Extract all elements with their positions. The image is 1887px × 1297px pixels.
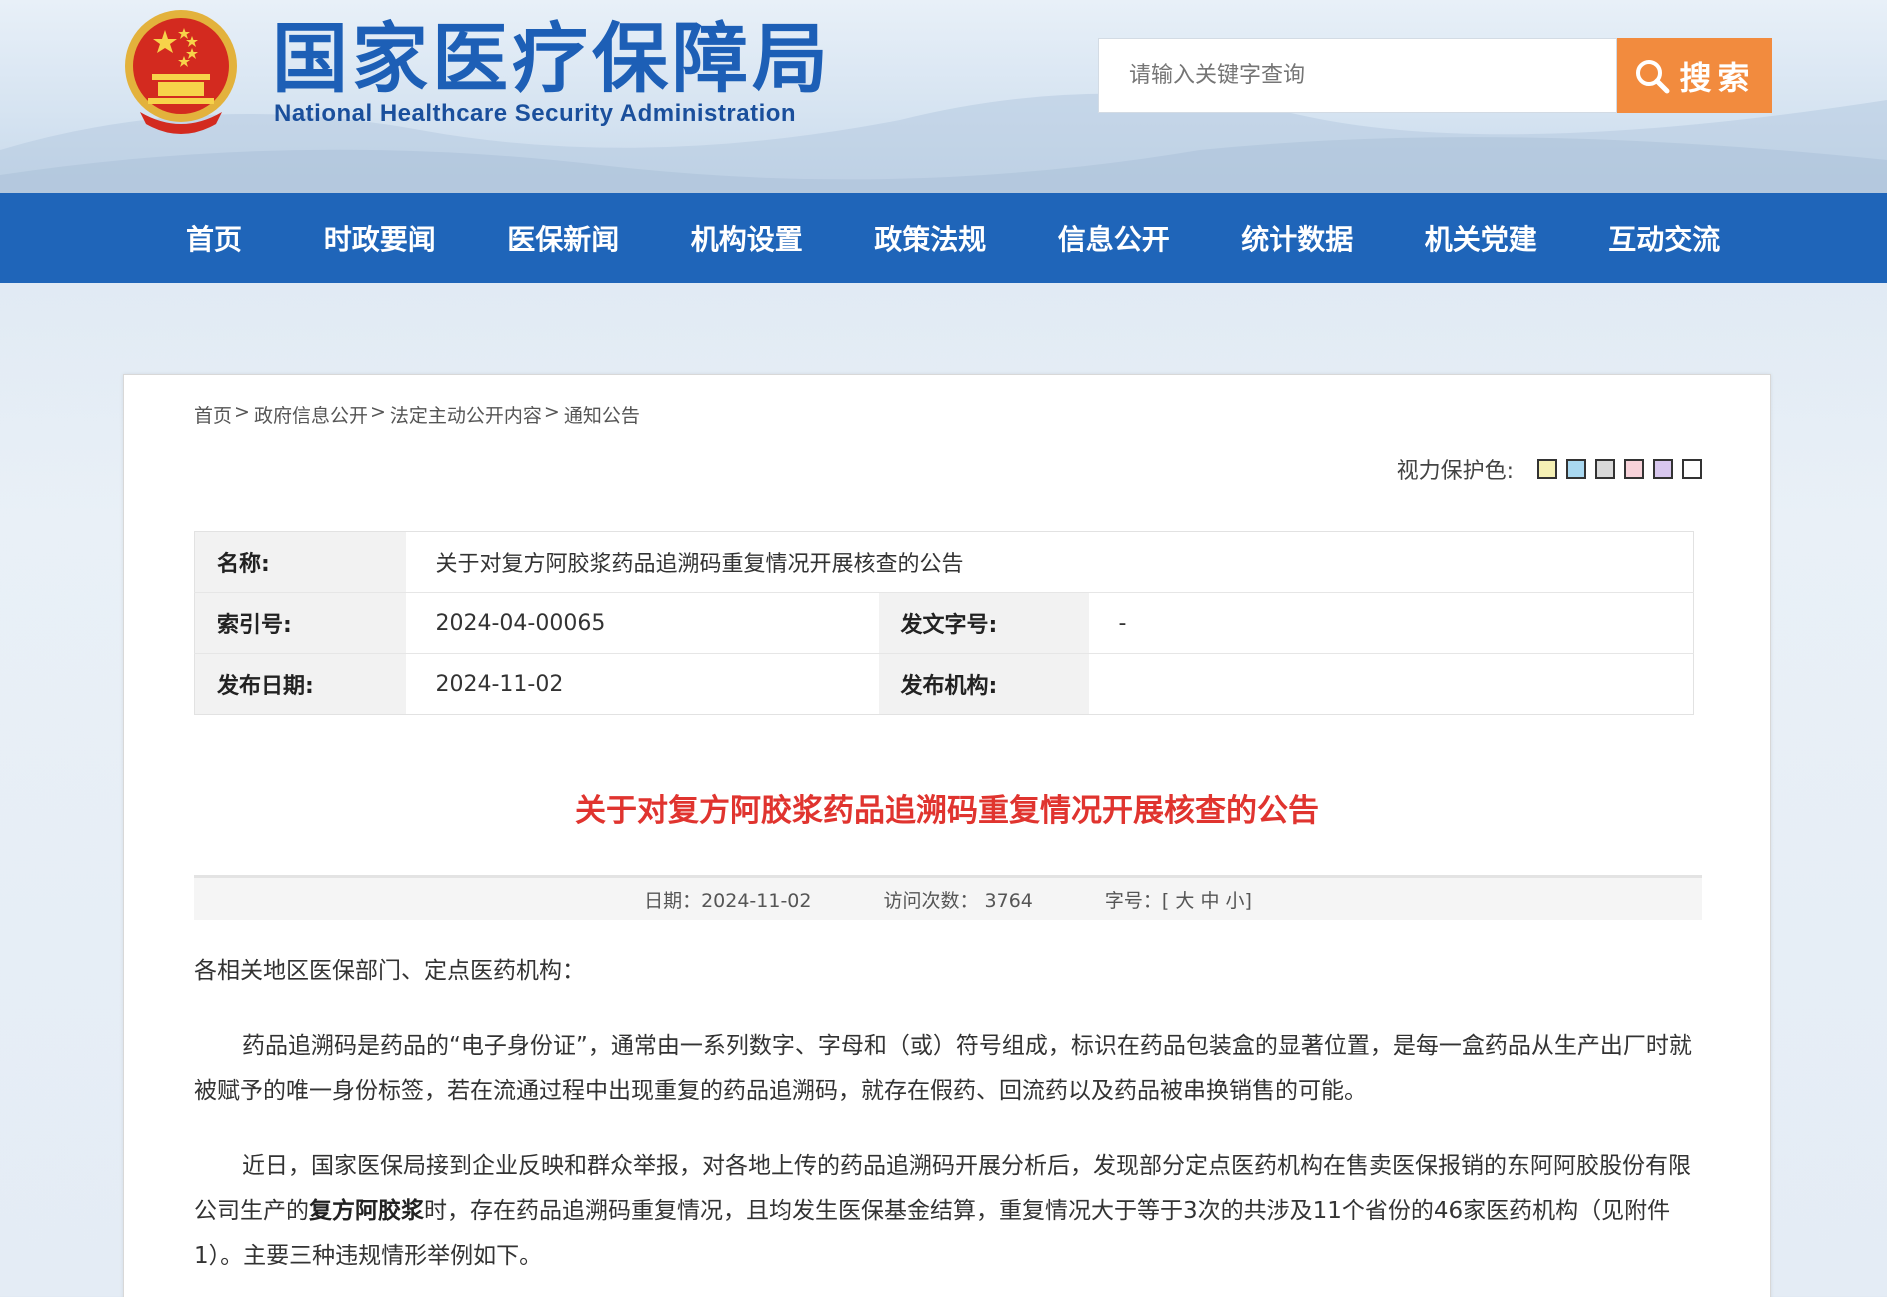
article-paragraph-1: 药品追溯码是药品的“电子身份证”，通常由一系列数字、字母和（或）符号组成，标识在… — [194, 1033, 1692, 1104]
site-subtitle: National Healthcare Security Administrat… — [274, 100, 797, 127]
color-swatch-white[interactable] — [1682, 459, 1702, 479]
color-swatch-pink[interactable] — [1624, 459, 1644, 479]
vision-label: 视力保护色: — [1396, 459, 1514, 484]
article-info-bar: 日期：2024-11-02 访问次数： 3764 字号：[ 大 中 小] — [194, 875, 1702, 920]
meta-value-org — [1089, 654, 1694, 715]
breadcrumb-notices[interactable]: 通知公告 — [564, 401, 640, 428]
nav-item-policies[interactable]: 政策法规 — [839, 193, 1023, 283]
article-visits: 访问次数： 3764 — [883, 889, 1033, 912]
nav-item-statistics[interactable]: 统计数据 — [1206, 193, 1390, 283]
content-card: 首页 > 政府信息公开 > 法定主动公开内容 > 通知公告 视力保护色: 名称: 关于… — [123, 374, 1771, 1297]
color-swatch-yellow[interactable] — [1537, 459, 1557, 479]
search-icon — [1636, 59, 1670, 93]
font-size-control: 字号：[ 大 中 小] — [1105, 886, 1252, 913]
drug-name-highlight: 复方阿胶浆 — [309, 1198, 424, 1224]
search-button-label: 搜索 — [1679, 58, 1756, 97]
meta-key-doc-no: 发文字号: — [878, 592, 1089, 654]
breadcrumb-home[interactable]: 首页 — [194, 401, 232, 428]
document-meta-table: 名称: 关于对复方阿胶浆药品追溯码重复情况开展核查的公告 索引号: 2024-0… — [194, 531, 1694, 715]
meta-key-index: 索引号: — [194, 592, 406, 654]
article-paragraph-2: 近日，国家医保局接到企业反映和群众举报，对各地上传的药品追溯码开展分析后，发现部… — [194, 1144, 1702, 1279]
meta-value-date: 2024-11-02 — [435, 671, 564, 697]
font-size-large-button[interactable]: 大 — [1175, 890, 1194, 912]
national-emblem-icon — [125, 10, 237, 134]
color-swatch-blue[interactable] — [1566, 459, 1586, 479]
meta-key-name: 名称: — [194, 531, 406, 593]
meta-row-name: 名称: 关于对复方阿胶浆药品追溯码重复情况开展核查的公告 — [194, 531, 1694, 593]
meta-value-name: 关于对复方阿胶浆药品追溯码重复情况开展核查的公告 — [405, 531, 1694, 593]
font-size-medium-button[interactable]: 中 — [1200, 890, 1219, 912]
breadcrumb-gov-info[interactable]: 政府信息公开 — [254, 401, 368, 428]
vision-protection-colors: 视力保护色: — [1397, 453, 1702, 485]
color-swatch-gray[interactable] — [1595, 459, 1615, 479]
site-header: 国家医疗保障局 National Healthcare Security Adm… — [0, 0, 1887, 193]
meta-row-date: 发布日期: 2024-11-02 发布机构: — [194, 653, 1694, 715]
nav-item-party-building[interactable]: 机关党建 — [1389, 193, 1573, 283]
breadcrumb-separator: > — [543, 401, 560, 423]
nav-item-interaction[interactable]: 互动交流 — [1573, 193, 1757, 283]
breadcrumb: 首页 > 政府信息公开 > 法定主动公开内容 > 通知公告 — [194, 401, 640, 428]
main-nav: 首页 时政要闻 医保新闻 机构设置 政策法规 信息公开 统计数据 机关党建 互动… — [0, 193, 1887, 283]
nav-item-politics-news[interactable]: 时政要闻 — [288, 193, 472, 283]
nav-item-info-disclosure[interactable]: 信息公开 — [1022, 193, 1206, 283]
breadcrumb-separator: > — [234, 401, 250, 423]
article-body: 各相关地区医保部门、定点医药机构： 药品追溯码是药品的“电子身份证”，通常由一系… — [194, 949, 1702, 1297]
color-swatch-purple[interactable] — [1653, 459, 1673, 479]
breadcrumb-separator: > — [369, 401, 386, 423]
nav-item-healthcare-news[interactable]: 医保新闻 — [472, 193, 656, 283]
search-button[interactable]: 搜索 — [1617, 38, 1772, 113]
font-size-label: 字号： — [1104, 889, 1162, 912]
site-title: 国家医疗保障局 — [272, 14, 832, 103]
nav-item-home[interactable]: 首页 — [140, 193, 288, 283]
meta-value-doc-no: - — [1088, 592, 1694, 654]
meta-value-index: 2024-04-00065 — [405, 592, 879, 654]
meta-row-index: 索引号: 2024-04-00065 发文字号: - — [194, 592, 1694, 654]
search-box — [1098, 38, 1617, 113]
meta-key-org: 发布机构: — [878, 653, 1089, 715]
breadcrumb-statutory[interactable]: 法定主动公开内容 — [390, 401, 542, 428]
font-size-bracket-close: ] — [1244, 889, 1252, 912]
article-date: 日期：2024-11-02 — [644, 889, 812, 912]
font-size-small-button[interactable]: 小 — [1226, 890, 1245, 912]
font-size-bracket-open: [ — [1161, 889, 1170, 912]
meta-key-date: 发布日期: — [194, 653, 406, 715]
article-greeting: 各相关地区医保部门、定点医药机构： — [194, 958, 585, 984]
article-title: 关于对复方阿胶浆药品追溯码重复情况开展核查的公告 — [575, 793, 1319, 829]
search-input[interactable] — [1099, 39, 1616, 112]
nav-item-organization[interactable]: 机构设置 — [655, 193, 839, 283]
